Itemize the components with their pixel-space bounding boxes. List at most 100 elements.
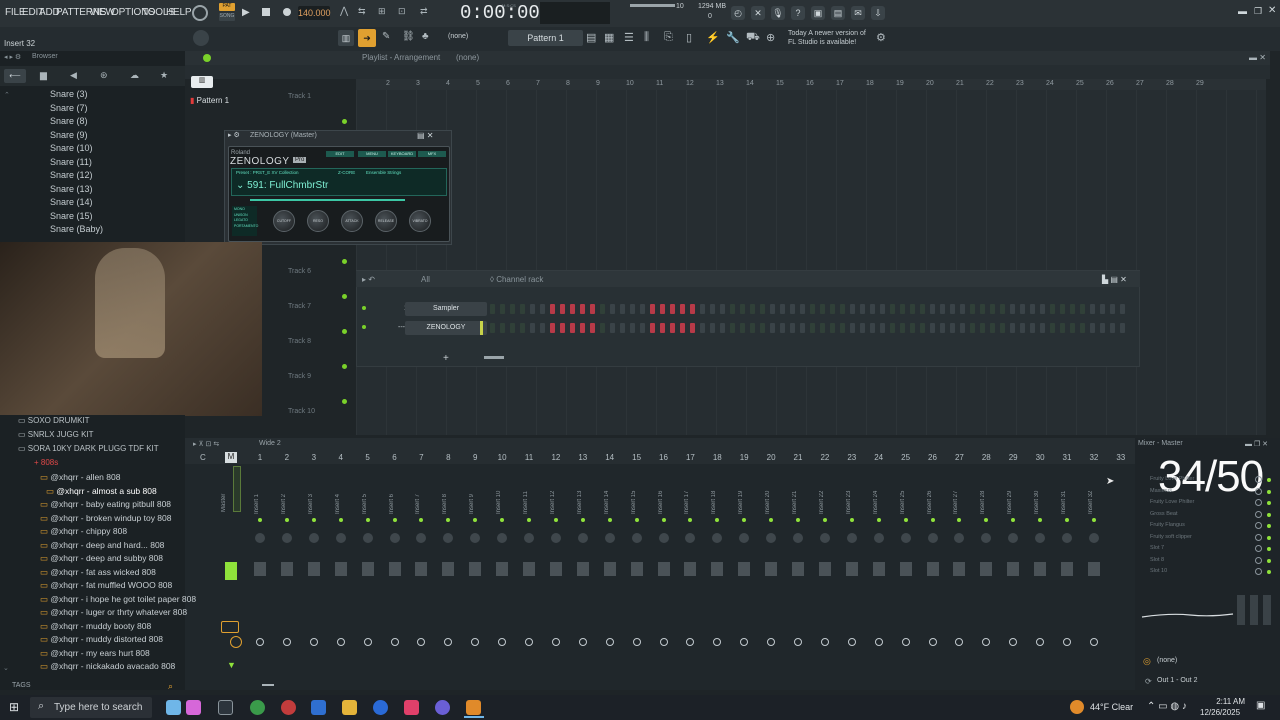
step-button[interactable] [760,304,765,314]
pan-knob[interactable] [524,533,534,543]
pan-knob[interactable] [550,533,561,543]
insert-fader[interactable] [1087,562,1100,576]
insert-fader[interactable] [872,562,885,576]
insert-number[interactable]: 17 [680,453,700,462]
fx-mix-knob[interactable] [1255,476,1262,483]
send-icon[interactable] [363,638,372,646]
insert-fader[interactable] [496,562,509,576]
step-button[interactable] [580,323,585,333]
insert-led[interactable] [930,518,935,522]
step-button[interactable] [820,323,825,333]
taskbar-search[interactable]: Type here to search [30,697,152,718]
step-button[interactable] [670,304,675,314]
sample-item[interactable]: ▭ @xhqrr - deep and subby 808 [40,553,163,564]
sample-item[interactable]: ▭ @xhqrr - allen 808 [40,472,120,483]
step-button[interactable] [1040,323,1045,333]
stamp-icon[interactable]: ♣ [422,31,429,42]
fx-mix-knob[interactable] [1255,556,1262,564]
collapse-icon[interactable]: ⌃ [4,91,10,99]
send-icon[interactable] [820,638,829,646]
loop-record-icon[interactable]: ⇄ [420,6,428,17]
fx-led[interactable] [1267,558,1271,563]
eq-graph[interactable] [1140,595,1235,630]
rack-scrollbar[interactable] [484,356,504,359]
insert-fader[interactable] [980,562,993,576]
insert-led[interactable] [311,518,316,522]
fx-led[interactable] [1267,570,1271,574]
step-button[interactable] [520,323,525,333]
step-button[interactable] [1010,323,1015,333]
send-icon[interactable] [390,638,399,646]
insert-led[interactable] [903,518,908,522]
send-icon[interactable] [874,638,883,646]
insert-led[interactable] [338,518,343,522]
step-sequencer-row[interactable] [490,304,1130,314]
step-button[interactable] [1040,304,1045,314]
browser-nav-icon[interactable]: ◂ ▸ ⚙ [4,53,21,61]
fx-led[interactable] [1267,535,1271,540]
zen-tab-menu[interactable]: MENU [358,151,386,157]
insert-led[interactable] [822,518,827,522]
fx-mix-knob[interactable] [1255,568,1262,575]
step-button[interactable] [590,304,595,314]
step-button[interactable] [510,304,515,314]
insert-number[interactable]: 13 [573,453,593,462]
insert-number[interactable]: 12 [546,453,566,462]
close-icon[interactable]: ✕ [1268,5,1276,16]
step-button[interactable] [740,304,745,314]
step-button[interactable] [550,323,555,333]
step-button[interactable] [980,323,985,333]
step-button[interactable] [700,304,705,314]
step-button[interactable] [530,323,535,333]
fx-slot[interactable]: Slot 7 [1150,545,1164,551]
scroll-down-icon[interactable]: ⌄ [3,664,9,672]
step-button[interactable] [780,304,785,314]
playlist-minimize-icon[interactable]: ▬ ✕ [1249,53,1266,62]
weather-text[interactable]: 44°F Clear [1090,702,1133,712]
insert-fader[interactable] [1061,562,1073,576]
insert-number[interactable]: 30 [1030,453,1050,462]
step-sequencer-row[interactable] [490,323,1130,333]
rack-close-icon[interactable]: ▙ ▤ ✕ [1102,275,1127,284]
insert-fader[interactable] [307,562,320,576]
windows-start-icon[interactable]: ⊞ [9,700,19,714]
zen-mode-list[interactable]: MONO UNISON LEGATO PORTAMENTO [234,207,258,229]
master-volume[interactable] [630,4,675,7]
draw-icon[interactable]: ✎ [382,31,390,42]
track-label[interactable]: Track 6 [288,268,311,275]
add-channel-icon[interactable]: + [443,353,449,364]
play-icon[interactable]: ▶ [242,7,250,18]
browser-item[interactable]: Snare (10) [50,143,93,153]
step-button[interactable] [990,323,995,333]
insert-led[interactable] [580,518,585,522]
folder-item[interactable]: ▭ SORA 10KY DARK PLUGG TDF KIT [18,444,159,453]
channel-button-sampler[interactable]: Sampler [405,302,487,316]
step-button[interactable] [650,304,655,314]
zen-tab-mfx[interactable]: MFX [418,151,446,157]
fx-slot[interactable]: Slot 10 [1150,568,1167,574]
insert-led[interactable] [392,518,397,522]
step-button[interactable] [890,323,895,333]
fx-slot[interactable]: Slot 8 [1150,557,1164,563]
step-button[interactable] [1090,323,1095,333]
insert-fader[interactable] [899,562,912,576]
step-button[interactable] [910,323,915,333]
rack-nav-icon[interactable]: ▸ ↶ [362,275,375,284]
step-button[interactable] [710,323,715,333]
insert-led[interactable] [876,518,881,522]
insert-fader[interactable] [818,562,831,576]
send-icon[interactable] [309,638,318,646]
insert-number[interactable]: 33 [1111,453,1131,462]
mixer-scrollbar[interactable] [262,684,274,686]
browser-file-icon[interactable]: ▆ [40,70,47,81]
step-button[interactable] [630,323,635,333]
step-button[interactable] [490,323,495,333]
folder-item[interactable]: ▭ SNRLX JUGG KIT [18,430,94,439]
piano-icon[interactable]: ▦ [604,31,614,44]
track-mute-led[interactable] [342,294,347,299]
master-arrow-icon[interactable]: ▼ [227,660,236,670]
insert-fader[interactable] [765,562,778,576]
clock-time[interactable]: 2:11 AM [1207,697,1245,706]
step-button[interactable] [840,323,845,333]
wait-icon[interactable]: ⇆ [358,6,366,17]
